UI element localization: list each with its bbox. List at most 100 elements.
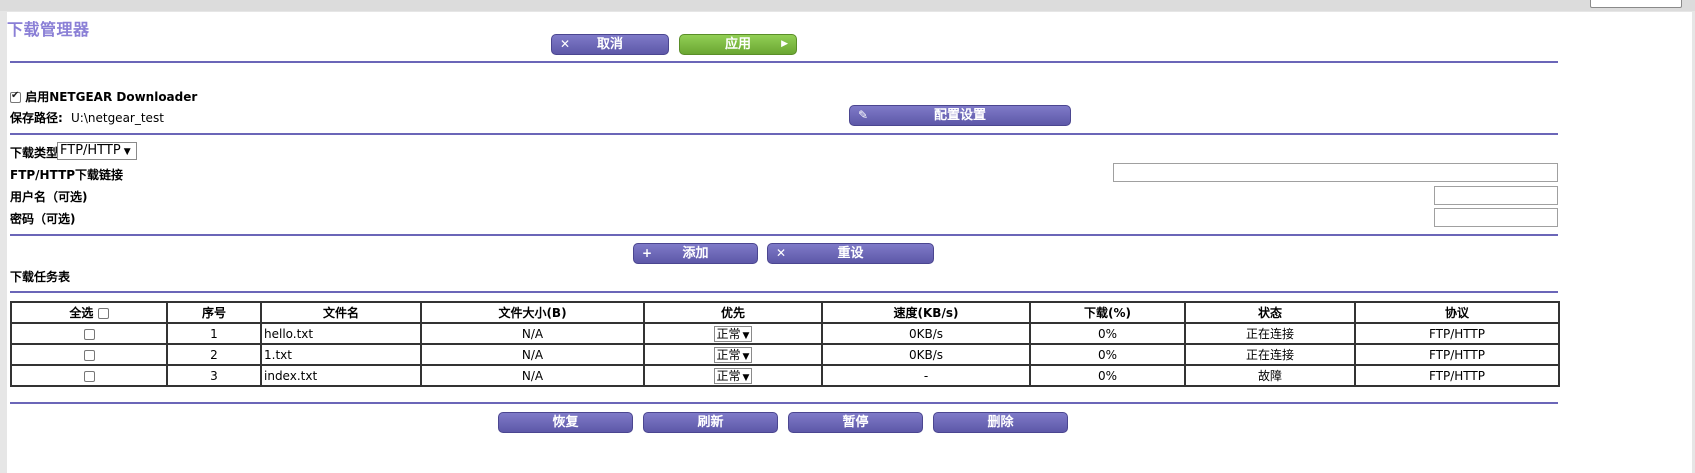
- priority-select[interactable]: 正常 ▼: [713, 367, 753, 384]
- column-header-speed: 速度(KB/s): [821, 301, 1031, 324]
- row-filename: 1.txt: [260, 343, 422, 366]
- top-bar: [0, 0, 1695, 11]
- username-label: 用户名（可选): [10, 190, 88, 204]
- priority-value: 正常: [716, 368, 741, 383]
- password-label: 密码（可选): [10, 212, 76, 226]
- row-checkbox[interactable]: [83, 328, 95, 340]
- resume-button[interactable]: 恢复: [498, 412, 633, 433]
- priority-value: 正常: [716, 347, 741, 362]
- table-row: 1 hello.txt N/A 正常 ▼ 0KB/s 0% 正在连接 FTP/HT…: [10, 322, 1560, 345]
- save-path-value: U:\netgear_test: [71, 111, 164, 125]
- divider: [10, 291, 1558, 293]
- enable-downloader-label: 启用NETGEAR Downloader: [25, 90, 198, 104]
- delete-button[interactable]: 删除: [933, 412, 1068, 433]
- row-index: 1: [166, 322, 262, 345]
- add-button[interactable]: + 添加: [633, 243, 758, 264]
- play-arrow-icon: ▶: [781, 39, 788, 49]
- priority-value: 正常: [716, 326, 741, 341]
- delete-button-label: 删除: [987, 415, 1014, 430]
- divider: [10, 402, 1558, 404]
- cancel-button[interactable]: ✕ 取消: [551, 34, 669, 55]
- close-icon: ✕: [560, 37, 571, 51]
- row-priority-cell: 正常 ▼: [643, 322, 823, 345]
- column-header-priority: 优先: [643, 301, 823, 324]
- row-index: 3: [166, 364, 262, 387]
- divider: [10, 61, 1558, 63]
- download-type-label: 下载类型: [10, 146, 59, 160]
- row-checkbox[interactable]: [83, 370, 95, 382]
- save-path-label: 保存路径:: [10, 111, 63, 125]
- table-row: 3 index.txt N/A 正常 ▼ - 0% 故障 FTP/HTTP: [10, 364, 1560, 387]
- priority-select[interactable]: 正常 ▼: [713, 325, 753, 342]
- pause-button-label: 暂停: [842, 415, 869, 430]
- select-all-label: 全选: [69, 306, 94, 320]
- table-header-row: 全选 序号 文件名 文件大小(B) 优先 速度(KB/s) 下载(%) 状态 协…: [10, 301, 1560, 324]
- column-header-size: 文件大小(B): [420, 301, 645, 324]
- row-speed: 0KB/s: [821, 322, 1031, 345]
- divider: [10, 234, 1558, 236]
- pause-button[interactable]: 暂停: [788, 412, 923, 433]
- chevron-down-icon: ▼: [742, 351, 750, 362]
- download-task-table: 全选 序号 文件名 文件大小(B) 优先 速度(KB/s) 下载(%) 状态 协…: [10, 301, 1560, 387]
- select-all-checkbox[interactable]: [97, 308, 109, 319]
- column-header-status: 状态: [1184, 301, 1356, 324]
- download-type-select[interactable]: FTP/HTTP ▼: [57, 142, 137, 160]
- row-size: N/A: [420, 364, 645, 387]
- close-icon: ✕: [776, 246, 787, 260]
- config-settings-label: 配置设置: [933, 108, 986, 123]
- download-type-value: FTP/HTTP: [60, 143, 121, 158]
- task-table-title: 下载任务表: [10, 270, 71, 284]
- download-link-input[interactable]: [1113, 163, 1558, 182]
- reset-button[interactable]: ✕ 重设: [767, 243, 934, 264]
- row-status: 正在连接: [1184, 322, 1356, 345]
- row-size: N/A: [420, 322, 645, 345]
- resume-button-label: 恢复: [552, 415, 579, 430]
- row-progress: 0%: [1029, 364, 1186, 387]
- enable-downloader-row: 启用NETGEAR Downloader: [10, 88, 197, 105]
- plus-icon: +: [642, 246, 653, 260]
- column-header-filename: 文件名: [260, 301, 422, 324]
- reset-button-label: 重设: [837, 246, 864, 261]
- refresh-button-label: 刷新: [697, 415, 724, 430]
- table-row: 2 1.txt N/A 正常 ▼ 0KB/s 0% 正在连接 FTP/HTTP: [10, 343, 1560, 366]
- pencil-icon: ✎: [858, 108, 869, 122]
- refresh-button[interactable]: 刷新: [643, 412, 778, 433]
- column-header-protocol: 协议: [1354, 301, 1560, 324]
- row-protocol: FTP/HTTP: [1354, 364, 1560, 387]
- row-speed: 0KB/s: [821, 343, 1031, 366]
- row-protocol: FTP/HTTP: [1354, 343, 1560, 366]
- divider: [10, 133, 1558, 135]
- priority-select[interactable]: 正常 ▼: [713, 346, 753, 363]
- save-path-row: 保存路径: U:\netgear_test: [10, 109, 164, 126]
- row-size: N/A: [420, 343, 645, 366]
- password-input[interactable]: [1434, 208, 1558, 227]
- column-header-progress: 下载(%): [1029, 301, 1186, 324]
- row-select-cell: [10, 364, 168, 387]
- row-filename: hello.txt: [260, 322, 422, 345]
- username-input[interactable]: [1434, 186, 1558, 205]
- apply-button[interactable]: 应用 ▶: [679, 34, 797, 55]
- config-settings-button[interactable]: ✎ 配置设置: [849, 105, 1071, 126]
- row-status: 正在连接: [1184, 343, 1356, 366]
- row-speed: -: [821, 364, 1031, 387]
- download-link-label: FTP/HTTP下载链接: [10, 168, 124, 182]
- row-status: 故障: [1184, 364, 1356, 387]
- chevron-down-icon: ▼: [742, 372, 750, 383]
- row-index: 2: [166, 343, 262, 366]
- row-select-cell: [10, 322, 168, 345]
- row-progress: 0%: [1029, 343, 1186, 366]
- column-header-select-all: 全选: [10, 301, 168, 324]
- column-header-index: 序号: [166, 301, 262, 324]
- language-select[interactable]: [1590, 0, 1682, 8]
- row-checkbox[interactable]: [83, 349, 95, 361]
- row-priority-cell: 正常 ▼: [643, 364, 823, 387]
- chevron-down-icon: ▼: [123, 147, 131, 157]
- enable-downloader-checkbox[interactable]: [10, 90, 21, 103]
- cancel-button-label: 取消: [596, 37, 623, 52]
- page-title: 下载管理器: [7, 20, 90, 39]
- chevron-down-icon: ▼: [742, 330, 750, 341]
- row-protocol: FTP/HTTP: [1354, 322, 1560, 345]
- row-progress: 0%: [1029, 322, 1186, 345]
- apply-button-label: 应用: [724, 37, 751, 52]
- download-manager-panel: 下载管理器 ✕ 取消 应用 ▶ 启用NETGEAR Downloader 保存路…: [7, 12, 1692, 473]
